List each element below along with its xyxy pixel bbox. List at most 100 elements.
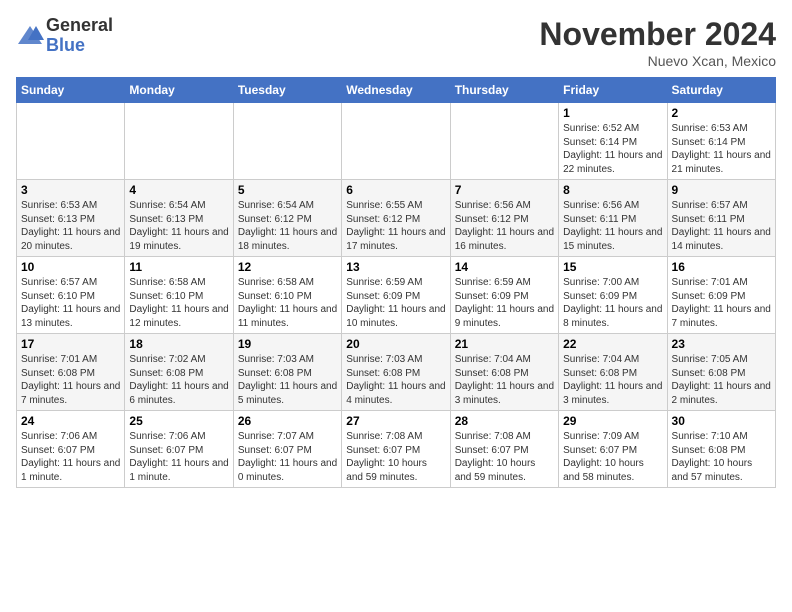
calendar-cell: 29Sunrise: 7:09 AMSunset: 6:07 PMDayligh…: [559, 411, 667, 488]
calendar-cell: 3 Sunrise: 6:53 AMSunset: 6:13 PMDaylight…: [17, 180, 125, 257]
calendar-cell: 9 Sunrise: 6:57 AMSunset: 6:11 PMDaylight…: [667, 180, 775, 257]
day-info: Sunrise: 6:58 AMSunset: 6:10 PMDaylight:…: [238, 276, 337, 330]
day-info: Sunrise: 6:54 AMSunset: 6:13 PMDaylight:…: [129, 199, 228, 253]
day-info: Sunrise: 6:58 AMSunset: 6:10 PMDaylight:…: [129, 276, 228, 330]
day-info: Sunrise: 7:01 AMSunset: 6:09 PMDaylight:…: [672, 276, 771, 330]
weekday-header: Saturday: [667, 78, 775, 103]
calendar-cell: 19 Sunrise: 7:03 AMSunset: 6:08 PMDayligh…: [233, 334, 341, 411]
day-info: Sunrise: 7:08 AMSunset: 6:07 PMDaylight:…: [346, 430, 445, 484]
day-number: 3: [21, 183, 120, 197]
logo-general: General: [46, 16, 113, 36]
day-info: Sunrise: 7:03 AMSunset: 6:08 PMDaylight:…: [346, 353, 445, 407]
day-info: Sunrise: 7:09 AMSunset: 6:07 PMDaylight:…: [563, 430, 662, 484]
day-number: 18: [129, 337, 228, 351]
day-number: 30: [672, 414, 771, 428]
day-info: Sunrise: 6:59 AMSunset: 6:09 PMDaylight:…: [346, 276, 445, 330]
day-number: 21: [455, 337, 554, 351]
calendar-cell: 24 Sunrise: 7:06 AMSunset: 6:07 PMDayligh…: [17, 411, 125, 488]
calendar-cell: 4 Sunrise: 6:54 AMSunset: 6:13 PMDaylight…: [125, 180, 233, 257]
day-number: 13: [346, 260, 445, 274]
calendar-cell: 23Sunrise: 7:05 AMSunset: 6:08 PMDayligh…: [667, 334, 775, 411]
day-info: Sunrise: 7:02 AMSunset: 6:08 PMDaylight:…: [129, 353, 228, 407]
logo-icon: [16, 22, 44, 50]
weekday-header: Friday: [559, 78, 667, 103]
calendar-cell: 2Sunrise: 6:53 AMSunset: 6:14 PMDaylight…: [667, 103, 775, 180]
day-number: 27: [346, 414, 445, 428]
day-number: 4: [129, 183, 228, 197]
calendar-week-row: 17 Sunrise: 7:01 AMSunset: 6:08 PMDayligh…: [17, 334, 776, 411]
day-number: 25: [129, 414, 228, 428]
page-header: General Blue November 2024 Nuevo Xcan, M…: [16, 16, 776, 69]
day-number: 12: [238, 260, 337, 274]
day-number: 16: [672, 260, 771, 274]
day-number: 17: [21, 337, 120, 351]
day-info: Sunrise: 7:03 AMSunset: 6:08 PMDaylight:…: [238, 353, 337, 407]
day-info: Sunrise: 6:56 AMSunset: 6:12 PMDaylight:…: [455, 199, 554, 253]
day-info: Sunrise: 6:53 AMSunset: 6:13 PMDaylight:…: [21, 199, 120, 253]
logo-blue: Blue: [46, 36, 113, 56]
calendar-cell: 25 Sunrise: 7:06 AMSunset: 6:07 PMDayligh…: [125, 411, 233, 488]
day-number: 28: [455, 414, 554, 428]
calendar-header-row: SundayMondayTuesdayWednesdayThursdayFrid…: [17, 78, 776, 103]
calendar-cell: 27 Sunrise: 7:08 AMSunset: 6:07 PMDayligh…: [342, 411, 450, 488]
calendar-cell: 11 Sunrise: 6:58 AMSunset: 6:10 PMDayligh…: [125, 257, 233, 334]
weekday-header: Monday: [125, 78, 233, 103]
day-info: Sunrise: 6:59 AMSunset: 6:09 PMDaylight:…: [455, 276, 554, 330]
day-info: Sunrise: 6:57 AMSunset: 6:10 PMDaylight:…: [21, 276, 120, 330]
calendar-cell: 21 Sunrise: 7:04 AMSunset: 6:08 PMDayligh…: [450, 334, 558, 411]
day-info: Sunrise: 7:06 AMSunset: 6:07 PMDaylight:…: [21, 430, 120, 484]
calendar-cell: 1 Sunrise: 6:52 AMSunset: 6:14 PMDaylight…: [559, 103, 667, 180]
calendar-cell: 15 Sunrise: 7:00 AMSunset: 6:09 PMDayligh…: [559, 257, 667, 334]
day-number: 10: [21, 260, 120, 274]
calendar-cell: 22 Sunrise: 7:04 AMSunset: 6:08 PMDayligh…: [559, 334, 667, 411]
calendar-week-row: 10 Sunrise: 6:57 AMSunset: 6:10 PMDayligh…: [17, 257, 776, 334]
calendar-week-row: 1 Sunrise: 6:52 AMSunset: 6:14 PMDaylight…: [17, 103, 776, 180]
calendar-cell: [17, 103, 125, 180]
weekday-header: Wednesday: [342, 78, 450, 103]
title-section: November 2024 Nuevo Xcan, Mexico: [539, 16, 776, 69]
day-info: Sunrise: 7:01 AMSunset: 6:08 PMDaylight:…: [21, 353, 120, 407]
day-number: 11: [129, 260, 228, 274]
day-info: Sunrise: 7:06 AMSunset: 6:07 PMDaylight:…: [129, 430, 228, 484]
day-number: 1: [563, 106, 662, 120]
day-number: 8: [563, 183, 662, 197]
calendar-cell: [233, 103, 341, 180]
calendar-cell: 6 Sunrise: 6:55 AMSunset: 6:12 PMDaylight…: [342, 180, 450, 257]
calendar-cell: 18 Sunrise: 7:02 AMSunset: 6:08 PMDayligh…: [125, 334, 233, 411]
calendar-table: SundayMondayTuesdayWednesdayThursdayFrid…: [16, 77, 776, 488]
day-number: 19: [238, 337, 337, 351]
weekday-header: Thursday: [450, 78, 558, 103]
calendar-cell: 28 Sunrise: 7:08 AMSunset: 6:07 PMDayligh…: [450, 411, 558, 488]
day-number: 9: [672, 183, 771, 197]
day-number: 20: [346, 337, 445, 351]
day-number: 7: [455, 183, 554, 197]
day-number: 2: [672, 106, 771, 120]
day-number: 5: [238, 183, 337, 197]
logo-text: General Blue: [46, 16, 113, 56]
day-info: Sunrise: 6:52 AMSunset: 6:14 PMDaylight:…: [563, 122, 662, 176]
day-number: 15: [563, 260, 662, 274]
calendar-cell: [342, 103, 450, 180]
calendar-cell: 20 Sunrise: 7:03 AMSunset: 6:08 PMDayligh…: [342, 334, 450, 411]
calendar-cell: 12 Sunrise: 6:58 AMSunset: 6:10 PMDayligh…: [233, 257, 341, 334]
day-info: Sunrise: 6:57 AMSunset: 6:11 PMDaylight:…: [672, 199, 771, 253]
day-info: Sunrise: 7:08 AMSunset: 6:07 PMDaylight:…: [455, 430, 554, 484]
day-info: Sunrise: 7:04 AMSunset: 6:08 PMDaylight:…: [455, 353, 554, 407]
calendar-week-row: 24 Sunrise: 7:06 AMSunset: 6:07 PMDayligh…: [17, 411, 776, 488]
day-number: 6: [346, 183, 445, 197]
day-number: 24: [21, 414, 120, 428]
day-info: Sunrise: 7:04 AMSunset: 6:08 PMDaylight:…: [563, 353, 662, 407]
calendar-cell: 5 Sunrise: 6:54 AMSunset: 6:12 PMDaylight…: [233, 180, 341, 257]
day-info: Sunrise: 7:07 AMSunset: 6:07 PMDaylight:…: [238, 430, 337, 484]
day-number: 23: [672, 337, 771, 351]
calendar-cell: [450, 103, 558, 180]
day-info: Sunrise: 7:00 AMSunset: 6:09 PMDaylight:…: [563, 276, 662, 330]
calendar-cell: 16 Sunrise: 7:01 AMSunset: 6:09 PMDayligh…: [667, 257, 775, 334]
weekday-header: Sunday: [17, 78, 125, 103]
day-number: 22: [563, 337, 662, 351]
day-info: Sunrise: 6:54 AMSunset: 6:12 PMDaylight:…: [238, 199, 337, 253]
day-info: Sunrise: 6:55 AMSunset: 6:12 PMDaylight:…: [346, 199, 445, 253]
calendar-cell: 26Sunrise: 7:07 AMSunset: 6:07 PMDayligh…: [233, 411, 341, 488]
location: Nuevo Xcan, Mexico: [539, 53, 776, 69]
calendar-cell: 7 Sunrise: 6:56 AMSunset: 6:12 PMDaylight…: [450, 180, 558, 257]
